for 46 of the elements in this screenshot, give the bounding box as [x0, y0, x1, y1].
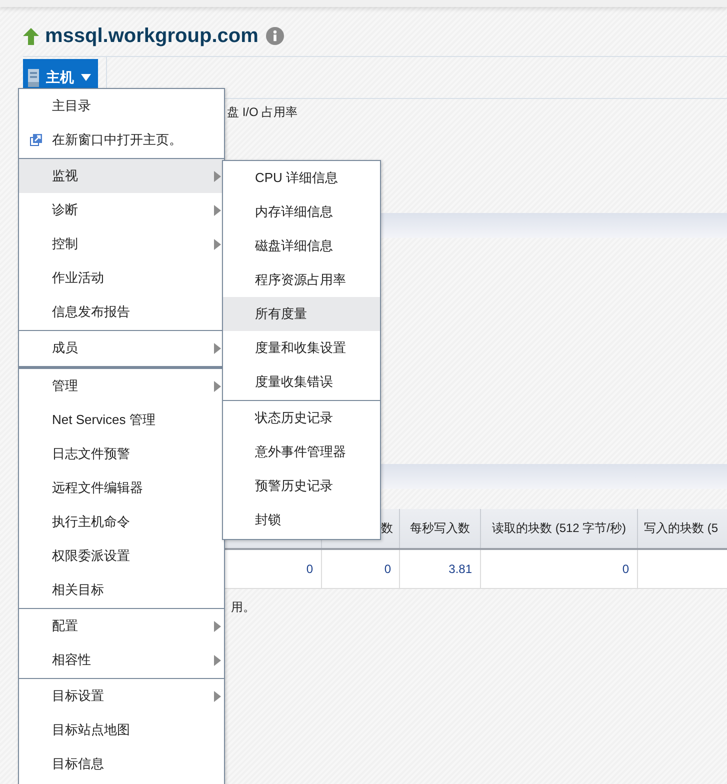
menu-item[interactable]: 信息发布报告 [19, 295, 224, 329]
chart-label: 盘 I/O 占用率 [227, 104, 299, 121]
menu-item[interactable]: 封锁 [223, 503, 380, 537]
table-cell: 3.81 [448, 562, 472, 576]
table-cell: 0 [622, 562, 629, 576]
menu-item[interactable]: 预警历史记录 [223, 469, 380, 503]
menu-item[interactable]: 权限委派设置 [19, 539, 224, 573]
new-window-icon [30, 134, 42, 146]
menu-item[interactable]: 日志文件预警 [19, 437, 224, 471]
up-arrow-icon [23, 28, 39, 44]
table-cell: 0 [306, 562, 313, 576]
menu-item[interactable]: 磁盘详细信息 [223, 229, 380, 263]
column-header: 写入的块数 (5 [644, 521, 718, 535]
menu-item[interactable]: 状态历史记录 [223, 401, 380, 435]
caret-icon [81, 74, 91, 81]
menu-item[interactable]: 远程文件编辑器 [19, 471, 224, 505]
menu-item[interactable]: 作业活动 [19, 261, 224, 295]
menu-item[interactable]: 内存详细信息 [223, 195, 380, 229]
menu-item[interactable]: 诊断 [19, 193, 224, 227]
menu-item[interactable]: Net Services 管理 [19, 403, 224, 437]
menu-item[interactable]: 所有度量 [223, 297, 380, 331]
server-icon [28, 68, 39, 86]
menu-item[interactable]: 配置 [19, 609, 224, 643]
column-header: 数 [381, 521, 393, 535]
menu-item[interactable]: 相容性 [19, 643, 224, 677]
menu-item[interactable]: 执行主机命令 [19, 505, 224, 539]
column-header: 每秒写入数 [410, 521, 470, 535]
target-title: mssql.workgroup.com [45, 24, 258, 48]
menu-item[interactable]: 目标设置 [19, 679, 224, 713]
menu-item[interactable]: 目标站点地图 [19, 713, 224, 747]
menu-item[interactable]: 意外事件管理器 [223, 435, 380, 469]
menu-item[interactable]: 管理 [19, 369, 224, 403]
menu-item[interactable]: 目标信息 [19, 747, 224, 781]
menu-item[interactable]: 程序资源占用率 [223, 263, 380, 297]
menu-item[interactable]: 相关目标 [19, 573, 224, 607]
menu-item[interactable]: 成员 [19, 331, 224, 365]
info-icon[interactable] [266, 27, 284, 45]
table-cell: 0 [384, 562, 391, 576]
note-text: 用。 [231, 599, 256, 616]
menu-item[interactable]: CPU 详细信息 [223, 161, 380, 195]
menu-item[interactable]: 控制 [19, 227, 224, 261]
menu-item[interactable]: 度量收集错误 [223, 365, 380, 399]
menu-item[interactable]: 监视 [19, 159, 224, 193]
menu-item[interactable]: 度量和收集设置 [223, 331, 380, 365]
column-header: 读取的块数 (512 字节/秒) [492, 521, 626, 535]
menu-item[interactable]: 在新窗口中打开主页。 [19, 123, 224, 157]
